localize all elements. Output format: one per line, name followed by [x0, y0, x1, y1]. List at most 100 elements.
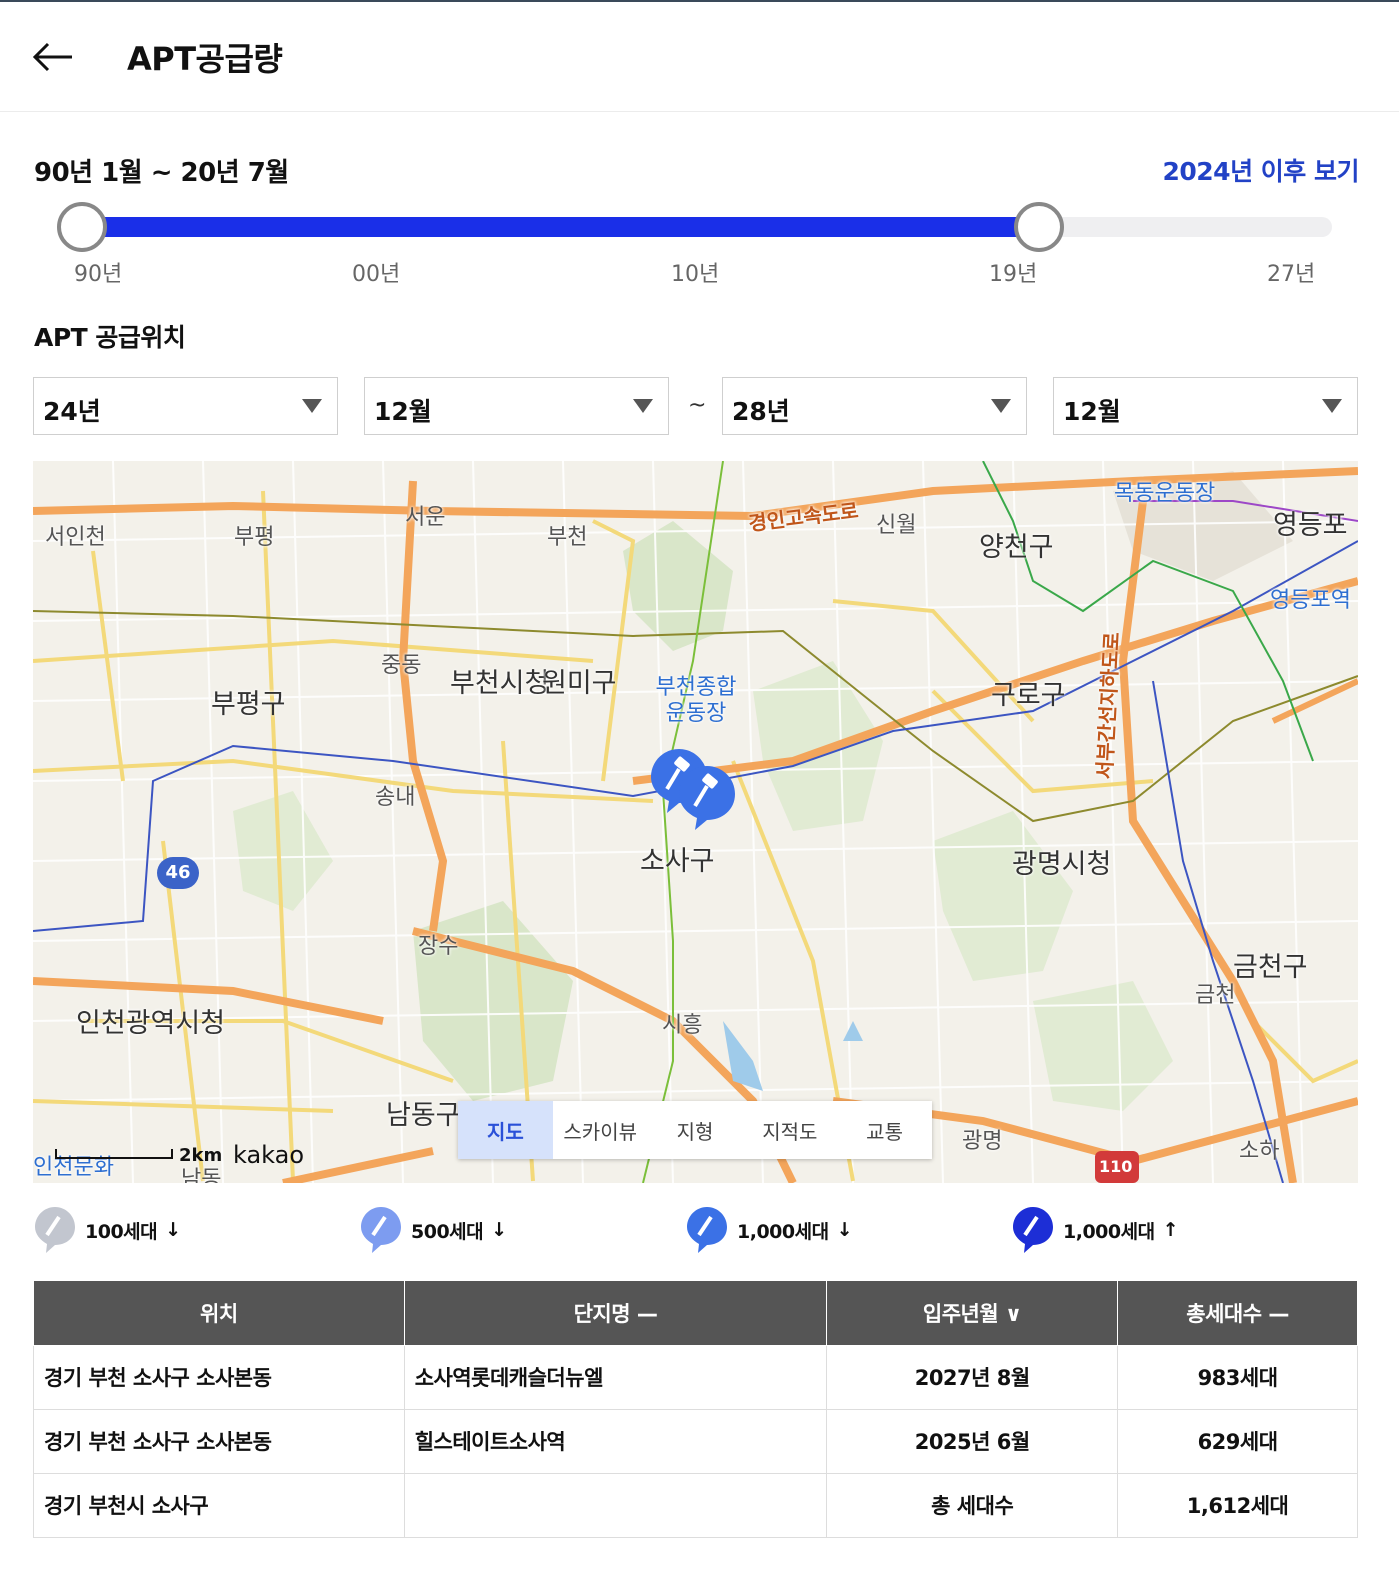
table-total-row: 경기 부천시 소사구 총 세대수 1,612세대 — [33, 1472, 1358, 1538]
map-view[interactable]: 서인천 부평 서운 부천 경인고속도로 신월 목동운동장 양천구 영등포 영등포… — [33, 461, 1358, 1183]
map-label: 시흥 — [662, 1013, 703, 1038]
marker-lightblue-icon — [361, 1207, 401, 1253]
cell-total-households: 1,612세대 — [1117, 1472, 1358, 1538]
map-label: 금천구 — [1233, 952, 1308, 983]
map-label: 광명시청 — [1012, 849, 1112, 880]
cell-households: 629세대 — [1117, 1408, 1358, 1474]
legend-item: 100세대 ↓ — [33, 1205, 181, 1255]
end-year-select[interactable]: 28년 — [722, 377, 1027, 435]
map-label: 부천 — [547, 525, 588, 550]
slider-tick-label: 90년 — [74, 262, 123, 287]
header: APT공급량 — [0, 2, 1399, 112]
column-households-sort[interactable]: 총세대수 — — [1117, 1281, 1358, 1346]
map-label: 소사구 — [640, 846, 715, 877]
map-label: 서운 — [405, 505, 446, 530]
legend-item: 500세대 ↓ — [359, 1205, 507, 1255]
route-46-badge: 46 — [157, 857, 199, 889]
table-row[interactable]: 경기 부천 소사구 소사본동 소사역롯데캐슬더뉴엘 2027년 8월 983세대 — [33, 1344, 1358, 1410]
cell-location: 경기 부천 소사구 소사본동 — [33, 1344, 405, 1410]
end-year-value: 28년 — [732, 397, 790, 426]
marker-blue-icon — [687, 1207, 727, 1253]
legend-label: 1,000세대 — [1063, 1220, 1155, 1243]
map-label: 장수 — [418, 934, 459, 959]
map-scale-label: 2km — [179, 1145, 223, 1166]
cell-complex — [403, 1472, 828, 1538]
dropdown-arrow-icon — [302, 399, 322, 413]
cell-move-in: 2027년 8월 — [826, 1344, 1119, 1410]
marker-grey-icon — [35, 1207, 75, 1253]
map-tab-terrain[interactable]: 지형 — [648, 1101, 743, 1159]
map-label: 부평 — [234, 525, 275, 550]
legend-label: 1,000세대 — [737, 1220, 829, 1243]
map-tab-map[interactable]: 지도 — [458, 1101, 553, 1159]
legend-label: 100세대 — [85, 1220, 158, 1243]
slider-tick-label: 27년 — [1267, 262, 1316, 287]
map-label: 부평구 — [211, 689, 286, 720]
dropdown-arrow-icon — [633, 399, 653, 413]
map-label: 신월 — [876, 513, 917, 538]
period-label: 90년 1월 ~ 20년 7월 — [34, 158, 289, 188]
legend-arrow: ↓ — [165, 1219, 181, 1241]
cell-households: 983세대 — [1117, 1344, 1358, 1410]
range-slider-start-handle[interactable] — [57, 202, 107, 252]
column-complex-sort[interactable]: 단지명 — — [403, 1281, 828, 1346]
dropdown-arrow-icon — [991, 399, 1011, 413]
map-tab-traffic[interactable]: 교통 — [837, 1101, 932, 1159]
dropdown-arrow-icon — [1322, 399, 1342, 413]
page-title: APT공급량 — [127, 40, 283, 78]
route-110-badge: 110 — [1099, 1157, 1133, 1176]
range-separator: ~ — [688, 393, 707, 418]
map-label: 금천 — [1195, 983, 1236, 1008]
map-label: 광명 — [962, 1129, 1003, 1154]
supply-table: 위치 단지명 — 입주년월 ∨ 총세대수 — 경기 부천 소사구 소사본동 소사… — [33, 1281, 1358, 1538]
apt-marker-icon[interactable] — [677, 764, 737, 832]
legend-arrow: ↓ — [836, 1219, 853, 1241]
map-label: 인천광역시청 — [76, 1008, 226, 1039]
end-month-value: 12월 — [1063, 397, 1121, 426]
slider-tick-label: 10년 — [671, 262, 720, 287]
column-location: 위치 — [33, 1281, 405, 1346]
cell-complex: 소사역롯데캐슬더뉴엘 — [403, 1344, 828, 1410]
start-year-select[interactable]: 24년 — [33, 377, 338, 435]
legend-arrow: ↓ — [491, 1219, 507, 1241]
map-type-tabs: 지도 스카이뷰 지형 지적도 교통 — [458, 1101, 932, 1159]
table-header-row: 위치 단지명 — 입주년월 ∨ 총세대수 — — [33, 1281, 1358, 1346]
map-label: 부천시청 — [450, 668, 550, 699]
legend-arrow: ↑ — [1162, 1219, 1179, 1241]
map-scale-bar — [55, 1149, 173, 1159]
view-after-2024-link[interactable]: 2024년 이후 보기 — [1163, 152, 1360, 188]
start-year-value: 24년 — [43, 397, 101, 426]
map-label: 중동 — [381, 653, 422, 678]
section-title: APT 공급위치 — [34, 323, 186, 352]
cell-location: 경기 부천시 소사구 — [33, 1472, 405, 1538]
table-row[interactable]: 경기 부천 소사구 소사본동 힐스테이트소사역 2025년 6월 629세대 — [33, 1408, 1358, 1474]
map-label: 송내 — [375, 785, 416, 810]
map-label: 소하 — [1239, 1139, 1280, 1164]
column-move-in-sort[interactable]: 입주년월 ∨ — [826, 1281, 1119, 1346]
kakao-logo: kakao — [233, 1141, 305, 1169]
end-month-select[interactable]: 12월 — [1053, 377, 1358, 435]
slider-tick-label: 19년 — [989, 262, 1038, 287]
slider-tick-label: 00년 — [352, 262, 401, 287]
cell-complex: 힐스테이트소사역 — [403, 1408, 828, 1474]
map-tab-cadastral[interactable]: 지적도 — [742, 1101, 837, 1159]
range-slider-fill — [82, 217, 1040, 237]
cell-location: 경기 부천 소사구 소사본동 — [33, 1408, 405, 1474]
start-month-select[interactable]: 12월 — [364, 377, 669, 435]
map-label: 원미구 — [542, 668, 617, 699]
map-label: 구로구 — [991, 680, 1066, 711]
legend-label: 500세대 — [411, 1220, 484, 1243]
map-label: 양천구 — [979, 532, 1054, 563]
cell-move-in: 2025년 6월 — [826, 1408, 1119, 1474]
legend-item: 1,000세대 ↑ — [1011, 1205, 1178, 1255]
map-label: 영등포 — [1273, 510, 1348, 541]
back-arrow-icon[interactable] — [30, 32, 80, 82]
map-tab-skyview[interactable]: 스카이뷰 — [553, 1101, 648, 1159]
map-label: 영등포역 — [1270, 588, 1351, 613]
legend-item: 1,000세대 ↓ — [685, 1205, 852, 1255]
marker-darkblue-icon — [1013, 1207, 1053, 1253]
map-label: 남동구 — [386, 1100, 461, 1131]
map-label: 서인천 — [45, 525, 106, 550]
map-label: 목동운동장 — [1114, 481, 1216, 506]
range-slider-end-handle[interactable] — [1014, 202, 1064, 252]
